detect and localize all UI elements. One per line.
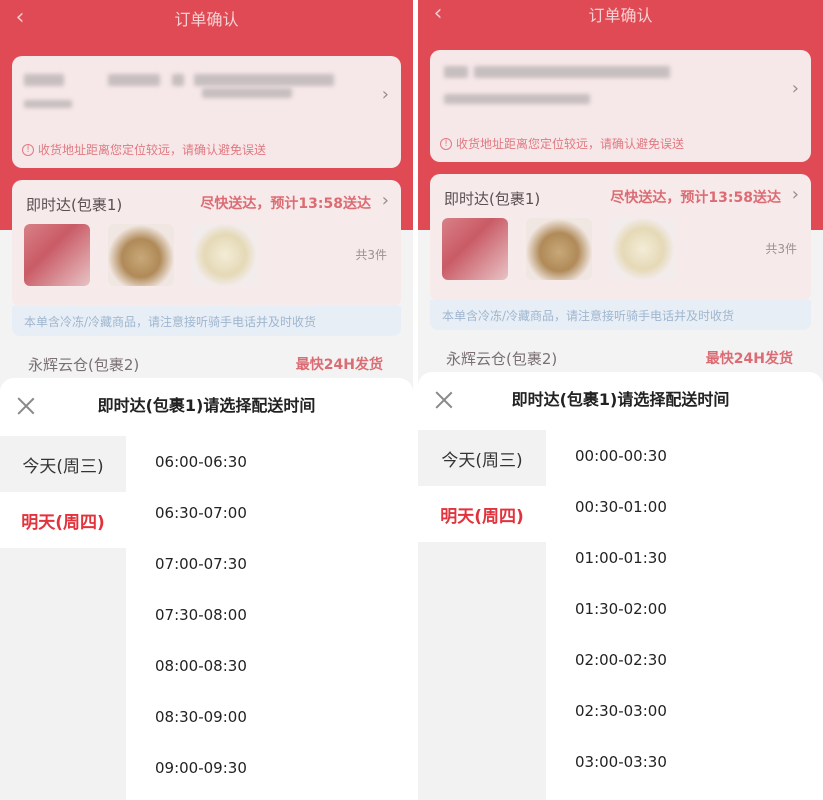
close-icon[interactable] bbox=[434, 390, 454, 410]
info-circle-icon: ! bbox=[22, 143, 34, 156]
product-image bbox=[442, 218, 508, 280]
product-image bbox=[610, 218, 676, 280]
blurred-address-text bbox=[444, 66, 468, 78]
item-count[interactable]: 共3件 bbox=[355, 246, 387, 263]
sheet-title: 即时达(包裹1)请选择配送时间 bbox=[511, 390, 730, 409]
product-image bbox=[526, 218, 592, 280]
time-slot[interactable]: 02:30-03:00 bbox=[575, 685, 823, 736]
info-circle-icon: ! bbox=[440, 137, 452, 150]
chevron-right-icon: › bbox=[791, 184, 799, 205]
item-count[interactable]: 共3件 bbox=[765, 240, 797, 257]
time-slot-list: 06:00-06:30 06:30-07:00 07:00-07:30 07:3… bbox=[126, 436, 413, 800]
blurred-address-text bbox=[474, 66, 670, 78]
address-warning-text: 收货地址距离您定位较远，请确认避免误送 bbox=[38, 143, 267, 157]
page-title: 订单确认 bbox=[174, 10, 239, 29]
sheet-header: 即时达(包裹1)请选择配送时间 bbox=[418, 372, 823, 424]
top-bar: ‹ 订单确认 bbox=[0, 0, 413, 36]
time-slot[interactable]: 03:00-03:30 bbox=[575, 736, 823, 787]
chevron-right-icon: › bbox=[381, 84, 389, 105]
package2-eta: 最快24H发货 bbox=[295, 357, 383, 373]
package2-name: 永辉云仓(包裹2) bbox=[446, 350, 558, 368]
day-option-today[interactable]: 今天(周三) bbox=[0, 436, 126, 492]
sheet-body: 今天(周三) 明天(周四) 00:00-00:30 00:30-01:00 01… bbox=[418, 430, 823, 800]
day-selector: 今天(周三) 明天(周四) bbox=[0, 436, 126, 800]
time-slot[interactable]: 06:30-07:00 bbox=[155, 487, 413, 538]
time-slot[interactable]: 00:30-01:00 bbox=[575, 481, 823, 532]
day-selector: 今天(周三) 明天(周四) bbox=[418, 430, 546, 800]
blurred-address-text bbox=[24, 100, 72, 108]
page-title: 订单确认 bbox=[588, 6, 653, 25]
product-thumbnails bbox=[24, 224, 258, 286]
package2-row: 永辉云仓(包裹2) 最快24H发货 bbox=[28, 354, 383, 375]
chevron-right-icon: › bbox=[791, 78, 799, 99]
package1-eta: 尽快送达，预计13:58送达 bbox=[610, 190, 781, 206]
blurred-address-text bbox=[172, 74, 184, 86]
delivery-time-sheet: 即时达(包裹1)请选择配送时间 今天(周三) 明天(周四) 00:00-00:3… bbox=[418, 372, 823, 800]
time-slot[interactable]: 07:30-08:00 bbox=[155, 589, 413, 640]
chevron-right-icon: › bbox=[381, 190, 389, 211]
phone-right: ‹ 订单确认 › ! 收货地址距离您定位较远，请确认避免误送 即时达(包裹1) … bbox=[418, 0, 823, 800]
time-slot[interactable]: 00:00-00:30 bbox=[575, 430, 823, 481]
address-card[interactable]: › ! 收货地址距离您定位较远，请确认避免误送 bbox=[430, 50, 811, 162]
comparison-screenshot: ‹ 订单确认 › ! 收货地址距离您定位较远，请确认避免误送 即时达(包裹1) … bbox=[0, 0, 823, 800]
phone-left: ‹ 订单确认 › ! 收货地址距离您定位较远，请确认避免误送 即时达(包裹1) … bbox=[0, 0, 413, 800]
cold-chain-notice: 本单含冷冻/冷藏商品，请注意接听骑手电话并及时收货 bbox=[12, 306, 401, 336]
blurred-address-text bbox=[24, 74, 64, 86]
time-slot[interactable]: 01:30-02:00 bbox=[575, 583, 823, 634]
blurred-address-text bbox=[202, 88, 292, 98]
package1-eta: 尽快送达，预计13:58送达 bbox=[200, 196, 371, 212]
time-slot[interactable]: 08:00-08:30 bbox=[155, 640, 413, 691]
top-bar: ‹ 订单确认 bbox=[418, 0, 823, 28]
address-warning: ! 收货地址距离您定位较远，请确认避免误送 bbox=[440, 135, 684, 152]
close-icon[interactable] bbox=[16, 396, 36, 416]
time-slot[interactable]: 01:00-01:30 bbox=[575, 532, 823, 583]
product-thumbnails bbox=[442, 218, 676, 280]
time-slot[interactable]: 09:00-09:30 bbox=[155, 742, 413, 793]
product-image bbox=[24, 224, 90, 286]
blurred-address-text bbox=[444, 94, 590, 104]
address-warning-text: 收货地址距离您定位较远，请确认避免误送 bbox=[456, 137, 685, 151]
cold-chain-notice: 本单含冷冻/冷藏商品，请注意接听骑手电话并及时收货 bbox=[430, 300, 811, 330]
time-slot-list: 00:00-00:30 00:30-01:00 01:00-01:30 01:3… bbox=[546, 430, 823, 800]
product-image bbox=[108, 224, 174, 286]
chevron-left-icon[interactable]: ‹ bbox=[10, 4, 30, 30]
blurred-address-text bbox=[108, 74, 160, 86]
time-slot[interactable]: 08:30-09:00 bbox=[155, 691, 413, 742]
address-warning: ! 收货地址距离您定位较远，请确认避免误送 bbox=[22, 141, 266, 158]
product-image bbox=[192, 224, 258, 286]
package1-card[interactable]: 即时达(包裹1) 尽快送达，预计13:58送达 › 共3件 bbox=[430, 174, 811, 302]
blurred-address-text bbox=[194, 74, 334, 86]
sheet-title: 即时达(包裹1)请选择配送时间 bbox=[97, 396, 316, 415]
package2-row: 永辉云仓(包裹2) 最快24H发货 bbox=[446, 348, 793, 369]
sheet-header: 即时达(包裹1)请选择配送时间 bbox=[0, 378, 413, 430]
day-option-today[interactable]: 今天(周三) bbox=[418, 430, 546, 486]
package2-name: 永辉云仓(包裹2) bbox=[28, 356, 140, 374]
address-card[interactable]: › ! 收货地址距离您定位较远，请确认避免误送 bbox=[12, 56, 401, 168]
day-option-tomorrow[interactable]: 明天(周四) bbox=[0, 492, 126, 548]
time-slot[interactable]: 06:00-06:30 bbox=[155, 436, 413, 487]
package1-card[interactable]: 即时达(包裹1) 尽快送达，预计13:58送达 › 共3件 bbox=[12, 180, 401, 308]
package1-name: 即时达(包裹1) bbox=[26, 196, 123, 214]
package1-name: 即时达(包裹1) bbox=[444, 190, 541, 208]
day-option-tomorrow[interactable]: 明天(周四) bbox=[418, 486, 546, 542]
delivery-time-sheet: 即时达(包裹1)请选择配送时间 今天(周三) 明天(周四) 06:00-06:3… bbox=[0, 378, 413, 800]
time-slot[interactable]: 07:00-07:30 bbox=[155, 538, 413, 589]
time-slot[interactable]: 02:00-02:30 bbox=[575, 634, 823, 685]
chevron-left-icon[interactable]: ‹ bbox=[428, 0, 448, 26]
package2-eta: 最快24H发货 bbox=[705, 351, 793, 367]
sheet-body: 今天(周三) 明天(周四) 06:00-06:30 06:30-07:00 07… bbox=[0, 436, 413, 800]
